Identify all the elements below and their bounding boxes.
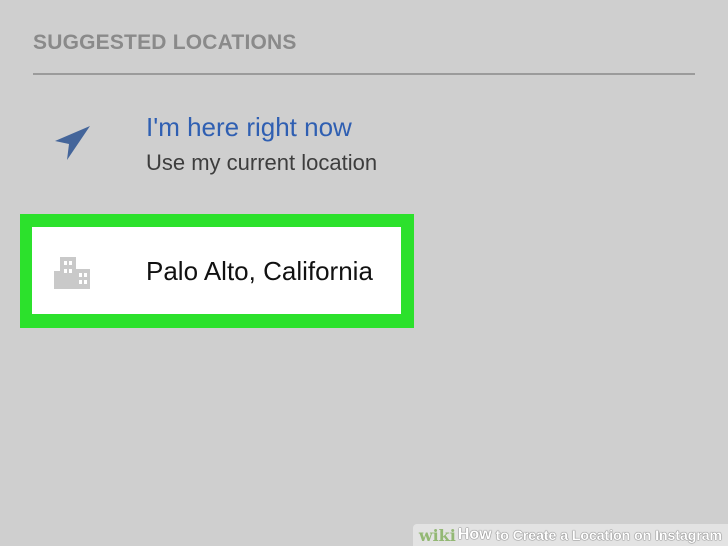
current-location-title: I'm here right now bbox=[146, 112, 352, 142]
watermark-wiki: wiki bbox=[418, 525, 456, 545]
section-header: SUGGESTED LOCATIONS bbox=[33, 31, 297, 54]
watermark-title: to Create a Location on Instagram bbox=[495, 527, 722, 543]
wikihow-watermark: wiki How to Create a Location on Instagr… bbox=[412, 524, 728, 546]
building-icon bbox=[54, 257, 90, 289]
current-location-option[interactable]: I'm here right now Use my current locati… bbox=[0, 100, 728, 190]
location-arrow-icon bbox=[55, 126, 90, 160]
location-label: Palo Alto, California bbox=[146, 256, 373, 286]
location-item-palo-alto[interactable]: Palo Alto, California bbox=[32, 227, 401, 314]
current-location-subtitle: Use my current location bbox=[146, 150, 378, 175]
watermark-how: How bbox=[457, 526, 492, 543]
highlight-box: Palo Alto, California bbox=[20, 214, 414, 328]
divider bbox=[33, 73, 695, 75]
